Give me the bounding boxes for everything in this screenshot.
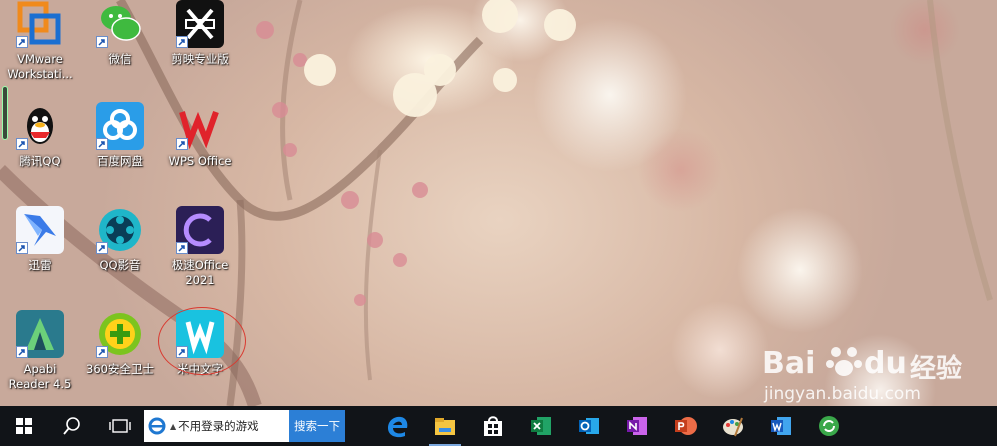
file-explorer-button[interactable] xyxy=(421,406,469,446)
store-button[interactable] xyxy=(469,406,517,446)
baidu-jingyan-watermark: Bai du 经验 jingyan.baidu.com xyxy=(760,340,990,406)
word-button[interactable] xyxy=(757,406,805,446)
desktop-icon-qq-player[interactable]: QQ影音 xyxy=(80,206,160,302)
task-view-button[interactable] xyxy=(96,406,144,446)
desktop-icon-qq[interactable]: 腾讯QQ xyxy=(0,102,80,198)
icon-label: 腾讯QQ xyxy=(19,154,61,168)
qq-icon xyxy=(16,102,64,150)
shortcut-arrow-icon xyxy=(96,346,108,358)
jianying-icon xyxy=(176,0,224,48)
shortcut-arrow-icon xyxy=(176,242,188,254)
start-button[interactable] xyxy=(0,406,48,446)
icon-label: 微信 xyxy=(108,52,132,66)
onenote-button[interactable] xyxy=(613,406,661,446)
edge-button[interactable] xyxy=(373,406,421,446)
shortcut-arrow-icon xyxy=(176,138,188,150)
icon-label: WPS Office xyxy=(168,154,232,168)
outlook-button[interactable] xyxy=(565,406,613,446)
icon-label: 极速Office 2021 xyxy=(171,258,229,287)
powerpoint-icon xyxy=(675,417,697,435)
shortcut-arrow-icon xyxy=(16,346,28,358)
360-safe-icon xyxy=(96,310,144,358)
windows-icon xyxy=(16,418,32,434)
vmware-icon xyxy=(16,0,64,48)
icon-label: 360安全卫士 xyxy=(86,362,154,376)
icon-label: QQ影音 xyxy=(99,258,141,272)
ie-search-box[interactable]: ▲ 不用登录的游戏 xyxy=(144,410,289,442)
icon-label: Apabi Reader 4.5 xyxy=(8,362,72,391)
ie-icon xyxy=(144,417,170,435)
icon-label: 剪映专业版 xyxy=(171,52,229,66)
shortcut-arrow-icon xyxy=(16,242,28,254)
outlook-icon xyxy=(579,418,599,434)
edge-icon xyxy=(388,416,408,438)
desktop-icon-apabi[interactable]: Apabi Reader 4.5 xyxy=(0,310,80,406)
desktop-icon-vmware[interactable]: VMware Workstati... xyxy=(0,0,80,96)
shortcut-arrow-icon xyxy=(96,242,108,254)
xunlei-icon xyxy=(16,206,64,254)
desktop-icon-baidu-netdisk[interactable]: 百度网盘 xyxy=(80,102,160,198)
paw-icon xyxy=(826,347,862,376)
desktop-icon-wechat[interactable]: 微信 xyxy=(80,0,160,96)
paint-button[interactable] xyxy=(709,406,757,446)
file-explorer-icon xyxy=(435,418,455,435)
shortcut-arrow-icon xyxy=(176,36,188,48)
onenote-icon xyxy=(627,417,647,435)
icon-label: VMware Workstati... xyxy=(7,52,73,81)
sync-button[interactable] xyxy=(805,406,853,446)
watermark-brand: Bai xyxy=(762,346,816,381)
highlight-circle xyxy=(158,307,246,375)
excel-icon xyxy=(531,417,551,435)
sync-icon xyxy=(819,416,839,436)
baidu-netdisk-icon xyxy=(96,102,144,150)
word-icon xyxy=(771,417,791,435)
desktop-icon-xunlei[interactable]: 迅雷 xyxy=(0,206,80,302)
watermark-brand-cn: 经验 xyxy=(910,354,963,384)
store-icon xyxy=(484,416,502,436)
shortcut-arrow-icon xyxy=(96,138,108,150)
icon-label: 迅雷 xyxy=(28,258,52,272)
dropdown-arrow-icon[interactable]: ▲ xyxy=(170,422,176,431)
shortcut-arrow-icon xyxy=(16,36,28,48)
desktop-icon-jianying[interactable]: 剪映专业版 xyxy=(160,0,240,96)
desktop-icon-360[interactable]: 360安全卫士 xyxy=(80,310,160,406)
taskbar: ▲ 不用登录的游戏 搜索一下 xyxy=(0,406,997,446)
excel-button[interactable] xyxy=(517,406,565,446)
watermark-brand-du: du xyxy=(864,346,907,381)
search-button[interactable] xyxy=(48,406,96,446)
search-input[interactable]: 不用登录的游戏 xyxy=(178,418,259,434)
powerpoint-button[interactable] xyxy=(661,406,709,446)
paint-icon xyxy=(723,417,743,437)
apabi-reader-icon xyxy=(16,310,64,358)
search-go-button[interactable]: 搜索一下 xyxy=(289,410,345,442)
qq-player-icon xyxy=(96,206,144,254)
watermark-url: jingyan.baidu.com xyxy=(764,384,921,404)
shortcut-arrow-icon xyxy=(96,36,108,48)
shortcut-arrow-icon xyxy=(16,138,28,150)
wps-office-icon xyxy=(176,102,224,150)
wechat-icon xyxy=(96,0,144,48)
search-icon xyxy=(63,417,80,435)
task-view-icon xyxy=(109,419,131,433)
desktop-icon-jisu-office[interactable]: 极速Office 2021 xyxy=(160,206,240,302)
jisu-office-icon xyxy=(176,206,224,254)
desktop-icon-wps[interactable]: WPS Office xyxy=(160,102,240,198)
desktop: VMware Workstati... 微信 剪映专业版 腾讯QQ 百度网盘 W… xyxy=(0,0,997,406)
icon-label: 百度网盘 xyxy=(97,154,143,168)
